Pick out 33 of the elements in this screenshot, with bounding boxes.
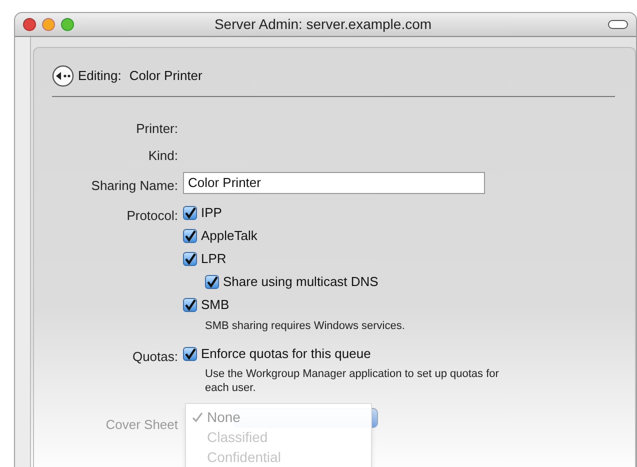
checkmark-icon bbox=[192, 412, 203, 422]
checkbox-label: Enforce quotas for this queue bbox=[201, 344, 371, 363]
menu-item[interactable]: Classified bbox=[186, 427, 371, 447]
field-label: Protocol: bbox=[126, 208, 178, 223]
back-forward-icon[interactable] bbox=[52, 65, 74, 87]
checkbox[interactable] bbox=[205, 274, 219, 288]
field-label: Printer: bbox=[136, 121, 178, 136]
sharing-name-field[interactable]: Color Printer bbox=[183, 172, 485, 194]
checkbox[interactable] bbox=[183, 252, 197, 266]
checkbox-label: AppleTalk bbox=[201, 226, 258, 245]
checkbox-label: Share using multicast DNS bbox=[223, 272, 378, 291]
zoom-button[interactable] bbox=[61, 18, 74, 31]
checkbox[interactable] bbox=[183, 298, 197, 312]
field-label: Kind: bbox=[148, 148, 178, 163]
field-label: Cover Sheet bbox=[106, 417, 178, 432]
minimize-button[interactable] bbox=[42, 18, 55, 31]
note-text: SMB sharing requires Windows services. bbox=[204, 319, 406, 334]
checkbox[interactable] bbox=[183, 228, 197, 242]
checkbox[interactable] bbox=[183, 206, 197, 220]
window-title: Server Admin: server.example.com bbox=[213, 15, 433, 34]
note-text: Use the Workgroup Manager application to set up quotas for each user. bbox=[204, 367, 500, 395]
menu-item[interactable]: Confidential bbox=[186, 447, 371, 467]
checkbox-label: LPR bbox=[201, 250, 226, 268]
editing-value: Color Printer bbox=[129, 67, 202, 86]
checkbox-label: IPP bbox=[201, 204, 222, 222]
checkbox[interactable] bbox=[183, 346, 197, 360]
close-button[interactable] bbox=[23, 18, 36, 31]
field-label: Sharing Name: bbox=[91, 178, 178, 193]
checkbox-label: SMB bbox=[201, 296, 230, 314]
toolbar-toggle-button[interactable] bbox=[608, 20, 628, 29]
menu-item[interactable]: None bbox=[186, 407, 371, 427]
field-label: Quotas: bbox=[132, 349, 178, 364]
editing-label: Editing: bbox=[78, 67, 122, 86]
